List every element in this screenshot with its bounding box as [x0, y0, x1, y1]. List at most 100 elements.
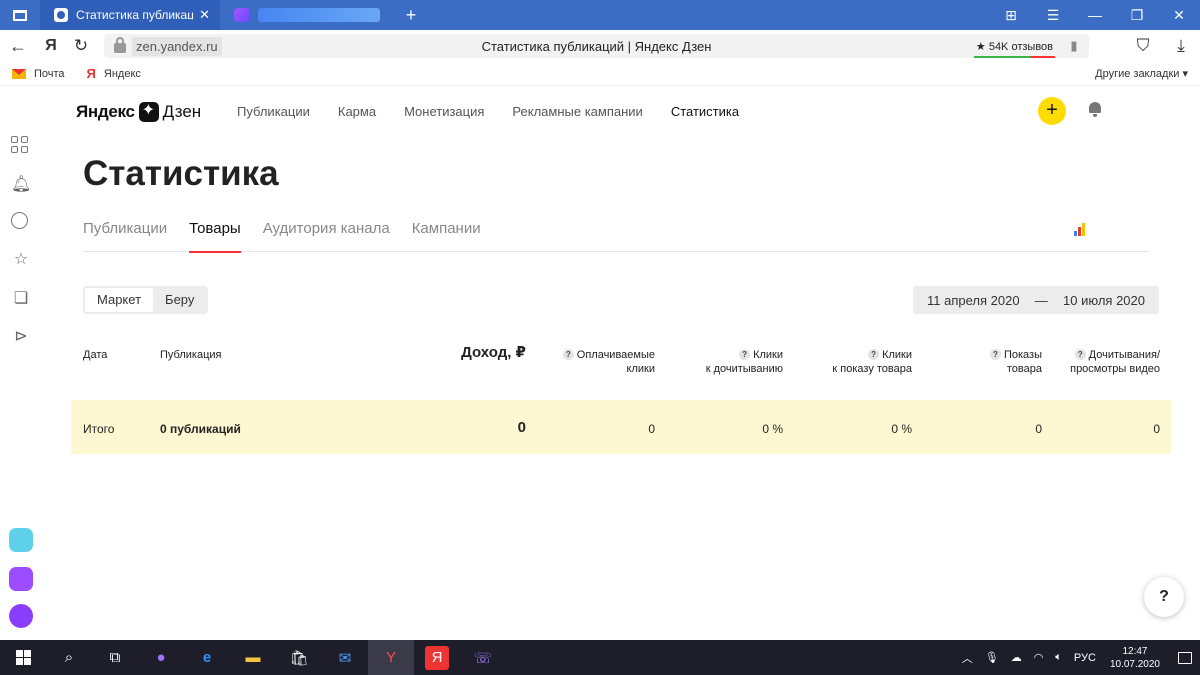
- cloud-icon[interactable]: ☁: [1011, 651, 1022, 664]
- header-text: просмотры видео: [1070, 363, 1160, 375]
- bookmarks-bar: Почта Я Яндекс Другие закладки ▾: [0, 62, 1200, 86]
- logo-brand: Яндекс: [76, 102, 135, 121]
- bookmarks-manager-icon[interactable]: ⊞: [990, 7, 1032, 24]
- tabs-menu-button[interactable]: [0, 0, 40, 30]
- zen-logo[interactable]: Яндекс Дзен: [76, 100, 201, 122]
- close-window-icon[interactable]: ✕: [1158, 7, 1200, 24]
- viber-icon[interactable]: ☏: [460, 640, 506, 675]
- tab-publications[interactable]: Публикации: [83, 220, 167, 252]
- language-indicator[interactable]: РУС: [1074, 652, 1096, 664]
- menu-icon[interactable]: ☰: [1032, 7, 1074, 24]
- protect-icon[interactable]: ⛉: [1124, 36, 1162, 56]
- nav-karma[interactable]: Карма: [338, 104, 376, 119]
- header-date[interactable]: Дата: [83, 348, 107, 362]
- yandex-icon[interactable]: Я: [425, 645, 449, 670]
- volume-icon[interactable]: 🔈︎: [1055, 651, 1062, 664]
- search-icon[interactable]: ⌕: [46, 640, 92, 675]
- file-explorer-icon[interactable]: ▬: [230, 640, 276, 675]
- history-icon[interactable]: [11, 212, 31, 232]
- notification-center-icon[interactable]: [1170, 640, 1200, 675]
- bookmark-mail[interactable]: Почта: [12, 68, 65, 80]
- tab-goods[interactable]: Товары: [189, 220, 241, 253]
- nav-monetization[interactable]: Монетизация: [404, 104, 484, 119]
- create-button[interactable]: +: [1038, 97, 1066, 125]
- header-clicks-show[interactable]: ? Клики к показу товара: [792, 348, 912, 376]
- yandex-home-icon[interactable]: Я: [36, 37, 66, 55]
- yandex-browser-icon[interactable]: Y: [368, 640, 414, 675]
- bell-icon[interactable]: [1088, 102, 1102, 117]
- total-shows: 0: [1035, 422, 1042, 436]
- date-range-picker[interactable]: 11 апреля 2020 — 10 июля 2020: [913, 286, 1159, 314]
- header-clicks-read[interactable]: ? Клики к дочитыванию: [663, 348, 783, 376]
- collections-icon[interactable]: ❏: [11, 289, 31, 309]
- header-income[interactable]: Доход, ₽: [427, 345, 526, 360]
- new-tab-button[interactable]: +: [396, 5, 426, 26]
- lock-icon[interactable]: [114, 37, 126, 53]
- other-bookmarks-menu[interactable]: Другие закладки ▾: [1095, 67, 1188, 80]
- reviews-badge[interactable]: ★ 54K отзывов: [970, 38, 1059, 58]
- tab-favicon-icon: [234, 8, 250, 22]
- start-button[interactable]: [0, 640, 46, 675]
- reload-icon[interactable]: ↻: [66, 36, 96, 56]
- help-button[interactable]: ?: [1144, 577, 1184, 617]
- tab-second[interactable]: [220, 0, 390, 30]
- store-icon[interactable]: 🛍︎: [276, 640, 322, 675]
- header-text: Показы: [1003, 349, 1042, 361]
- tab-active[interactable]: Статистика публикаций ✕: [40, 0, 220, 30]
- header-paid-clicks[interactable]: ? Оплачиваемые клики: [535, 348, 655, 376]
- nav-ad-campaigns[interactable]: Рекламные кампании: [512, 104, 642, 119]
- zen-favicon-icon: [54, 8, 68, 22]
- back-icon[interactable]: ←: [0, 36, 36, 57]
- chevron-up-icon[interactable]: ︿: [962, 650, 973, 666]
- zen-star-icon: [138, 100, 159, 122]
- date-from[interactable]: 11 апреля 2020: [927, 293, 1020, 308]
- mail-icon: [12, 68, 26, 79]
- header-text: клики: [626, 363, 655, 375]
- omnibox[interactable]: zen.yandex.ru Статистика публикаций | Ян…: [104, 34, 1089, 58]
- url-domain[interactable]: zen.yandex.ru: [132, 36, 222, 56]
- messenger-app-icon[interactable]: [9, 528, 33, 552]
- edge-icon[interactable]: e: [184, 640, 230, 675]
- clock-time: 12:47: [1122, 645, 1148, 657]
- wifi-icon[interactable]: ◠: [1034, 651, 1044, 664]
- task-view-icon[interactable]: ⧉: [92, 640, 138, 675]
- tab-audience[interactable]: Аудитория канала: [263, 220, 390, 252]
- media-play-icon[interactable]: ⊳: [11, 327, 31, 347]
- segment-beru[interactable]: Беру: [153, 288, 206, 312]
- header-shows[interactable]: ? Показы товара: [942, 348, 1042, 376]
- header-reads[interactable]: ? Дочитывания/ просмотры видео: [1050, 348, 1160, 376]
- bookmark-label: Яндекс: [103, 67, 141, 80]
- help-icon[interactable]: ?: [868, 349, 880, 360]
- windows-icon: [15, 650, 31, 665]
- chart-icon[interactable]: [1074, 222, 1088, 236]
- help-icon[interactable]: ?: [739, 349, 751, 360]
- help-icon[interactable]: ?: [989, 349, 1001, 360]
- download-icon[interactable]: ⤓: [1162, 36, 1200, 56]
- clock[interactable]: 12:47 10.07.2020: [1110, 645, 1160, 671]
- segment-market[interactable]: Маркет: [85, 288, 154, 312]
- help-icon[interactable]: ?: [562, 349, 574, 360]
- page-title-in-omnibox: Статистика публикаций | Яндекс Дзен: [481, 38, 712, 54]
- alice-app-icon[interactable]: [9, 604, 33, 628]
- nav-statistics[interactable]: Статистика: [671, 104, 739, 119]
- help-icon[interactable]: ?: [1074, 349, 1086, 360]
- tab-campaigns[interactable]: Кампании: [412, 220, 481, 252]
- nav-publications[interactable]: Публикации: [237, 104, 310, 119]
- services-icon[interactable]: [11, 136, 31, 156]
- restore-icon[interactable]: ❐: [1116, 7, 1158, 24]
- close-icon[interactable]: ✕: [199, 7, 210, 23]
- header-publication[interactable]: Публикация: [160, 348, 221, 362]
- notifications-icon[interactable]: 🔔︎: [11, 175, 31, 195]
- yandex-icon: Я: [86, 66, 96, 81]
- favorites-star-icon[interactable]: ☆: [11, 250, 31, 270]
- alice-icon[interactable]: ●: [138, 640, 184, 675]
- microphone-icon[interactable]: 🎙︎: [985, 651, 999, 664]
- bookmark-yandex[interactable]: Я Яндекс: [87, 66, 141, 81]
- zen-app-icon[interactable]: [9, 567, 33, 591]
- header-text: Клики: [753, 349, 783, 361]
- bookmark-icon[interactable]: ▮: [1059, 38, 1089, 54]
- date-to[interactable]: 10 июля 2020: [1063, 293, 1145, 308]
- mail-icon[interactable]: ✉: [322, 640, 368, 675]
- minimize-icon[interactable]: —: [1074, 7, 1116, 23]
- windows-taskbar: ⌕ ⧉ ● e ▬ 🛍︎ ✉ Y Я ☏ ︿ 🎙︎ ☁ ◠ 🔈︎ РУС 12:…: [0, 640, 1200, 675]
